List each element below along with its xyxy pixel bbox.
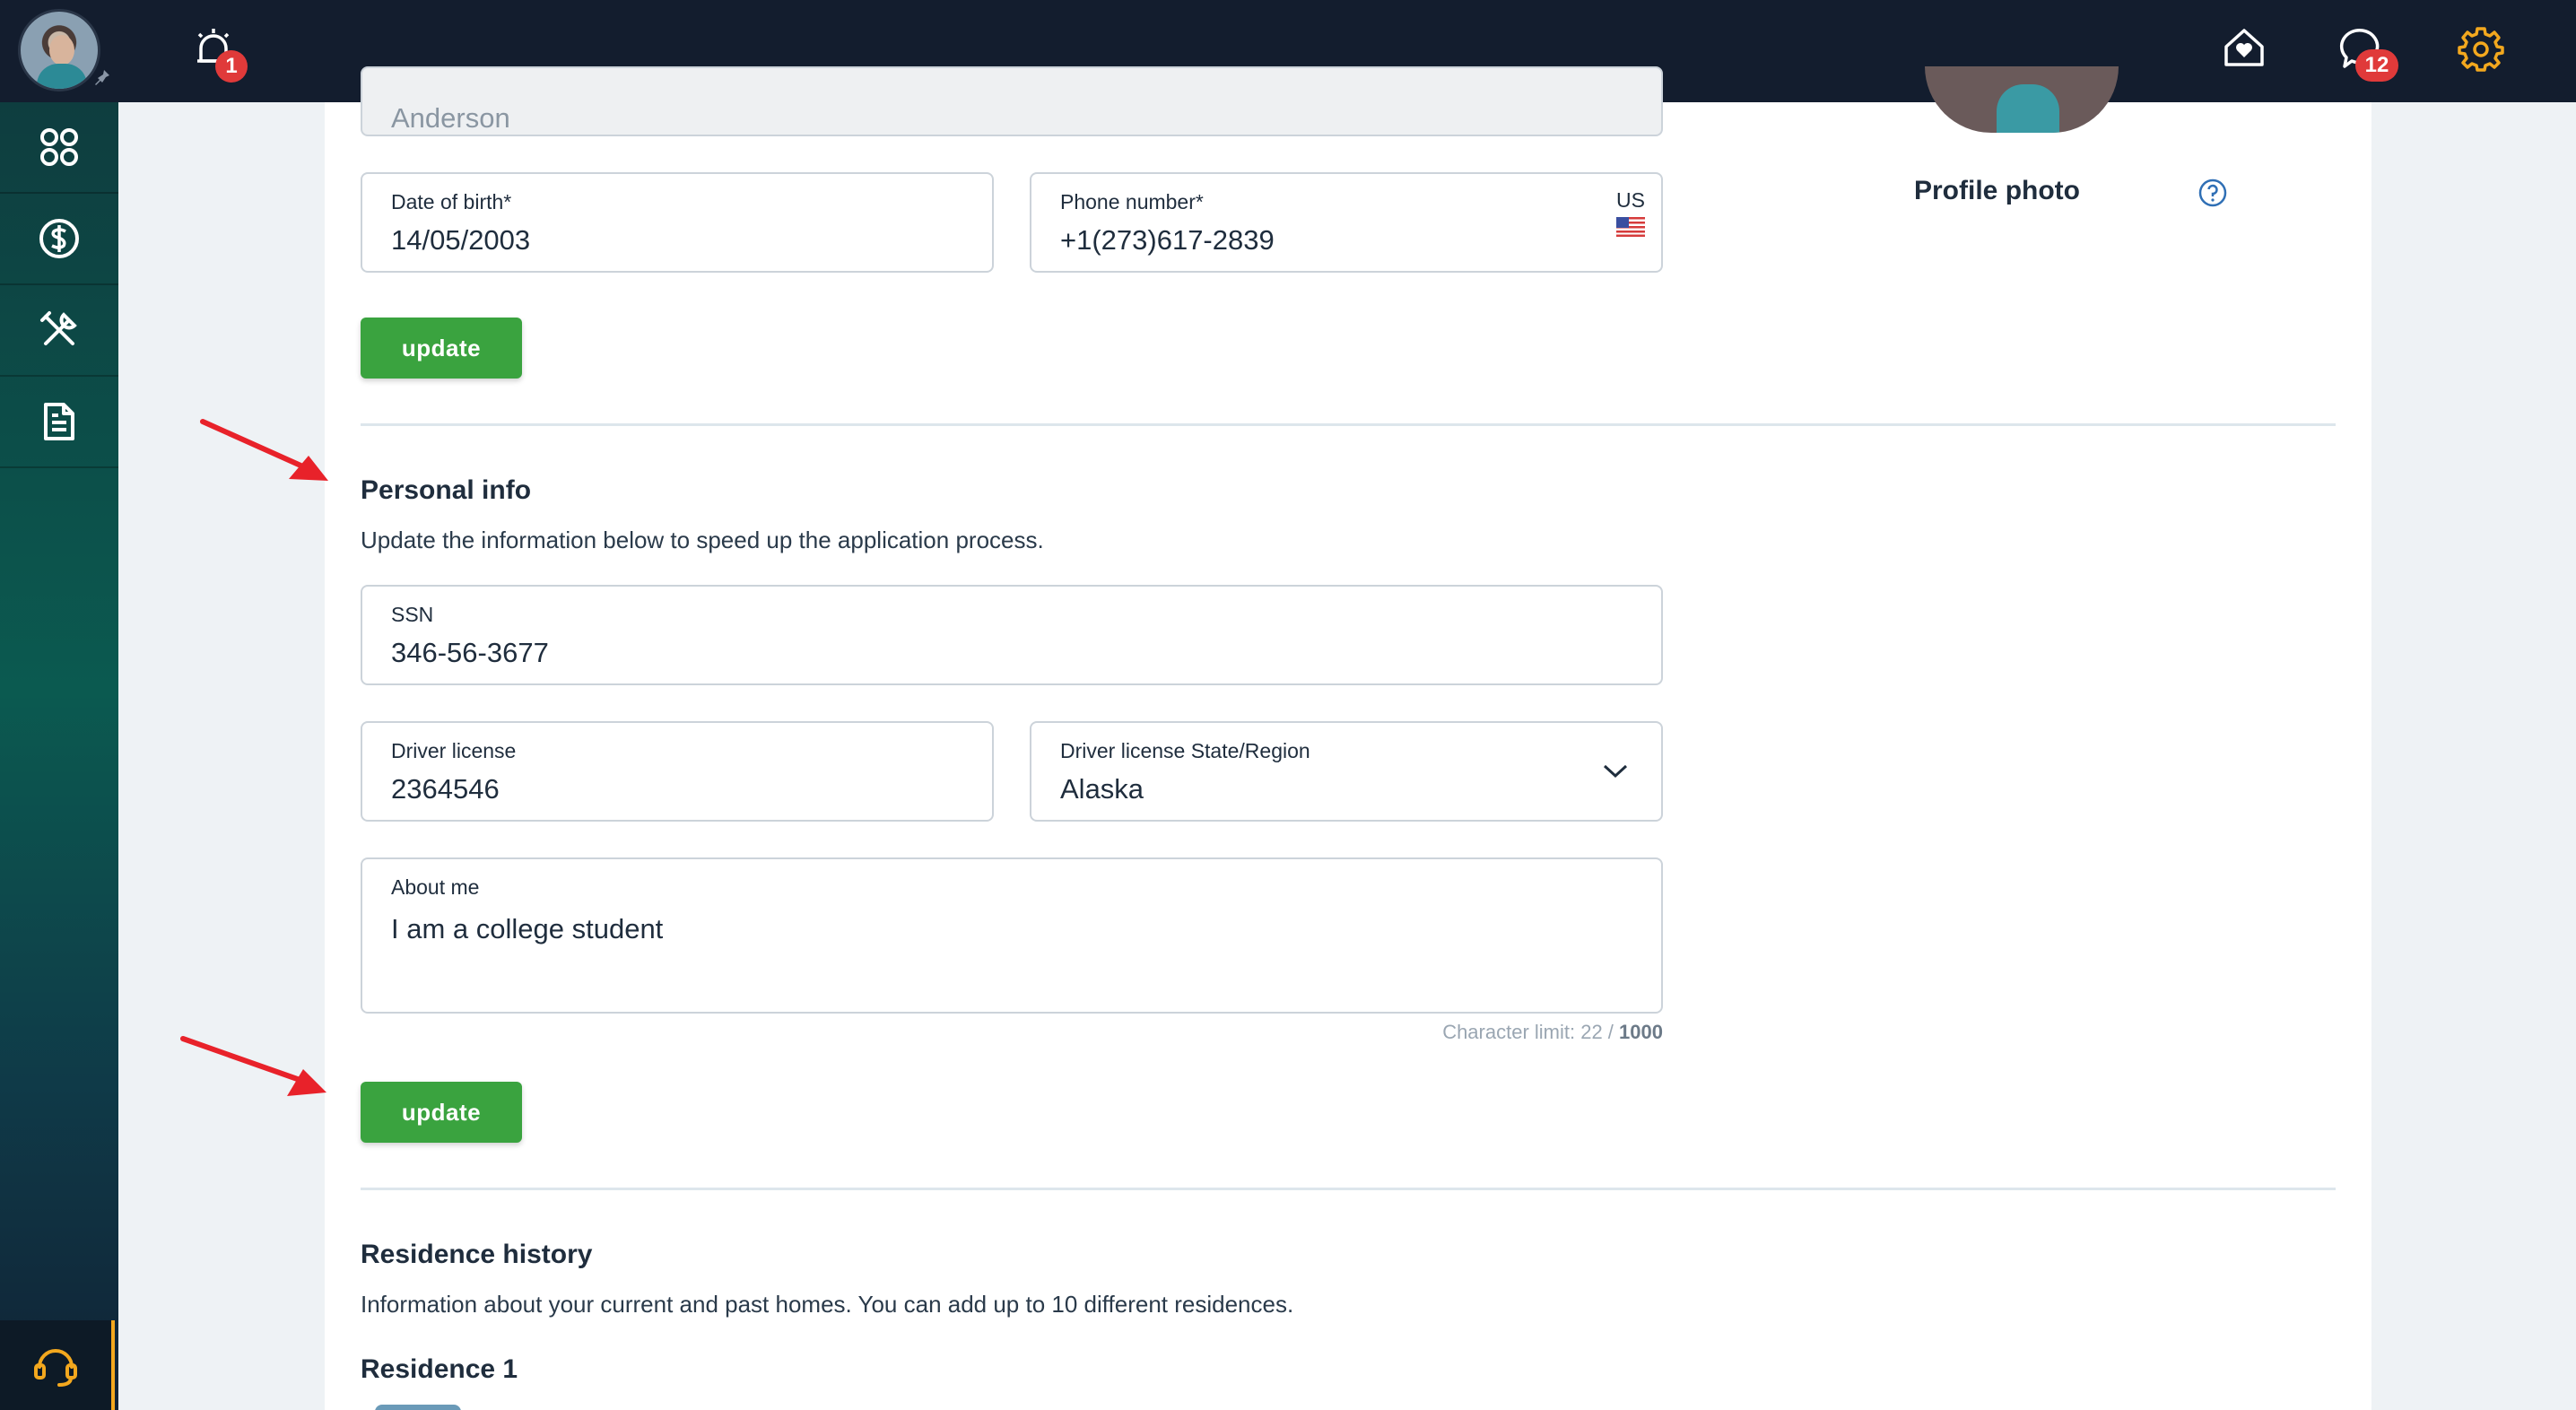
license-state-select[interactable]: Driver license State/Region Alaska — [1030, 721, 1663, 822]
profile-photo-label: Profile photo — [1914, 176, 2080, 205]
section-divider — [361, 1188, 2336, 1190]
sidebar-item-dashboard[interactable] — [0, 102, 118, 194]
residence-history-title: Residence history — [361, 1240, 593, 1269]
tools-icon — [40, 311, 77, 345]
support-button[interactable] — [0, 1320, 115, 1410]
sidebar-item-tools[interactable] — [0, 285, 118, 377]
sidebar — [0, 102, 118, 1410]
headset-icon — [34, 1349, 77, 1387]
chevron-down-icon — [1603, 764, 1628, 779]
phone-number-field[interactable]: Phone number* +1(273)617-2839 US — [1030, 172, 1663, 273]
document-icon — [44, 403, 74, 440]
residence-1-title: Residence 1 — [361, 1354, 518, 1384]
about-me-textarea[interactable]: About me I am a college student — [361, 857, 1663, 1014]
residence-history-description: Information about your current and past … — [361, 1291, 1294, 1318]
messages-badge: 12 — [2355, 49, 2398, 82]
profile-card: Anderson Profile photo Date of birth* 14… — [325, 66, 2371, 1410]
sidebar-item-documents[interactable] — [0, 377, 118, 468]
help-icon[interactable] — [2197, 178, 2228, 208]
last-name-field[interactable]: Anderson — [361, 66, 1663, 136]
phone-country-code[interactable]: US — [1616, 188, 1645, 213]
personal-info-description: Update the information below to speed up… — [361, 527, 1044, 553]
notification-badge: 1 — [215, 50, 248, 83]
annotation-arrow-icon — [200, 419, 328, 481]
residence-toggle[interactable] — [375, 1405, 461, 1410]
gear-icon[interactable] — [2456, 23, 2506, 74]
sidebar-item-finance[interactable] — [0, 194, 118, 285]
dashboard-icon — [40, 128, 78, 166]
profile-photo[interactable] — [1925, 66, 2119, 133]
update-contact-button[interactable]: update — [361, 318, 522, 379]
driver-license-field[interactable]: Driver license 2364546 — [361, 721, 994, 822]
us-flag-icon — [1616, 217, 1645, 237]
ssn-field[interactable]: SSN 346-56-3677 — [361, 585, 1663, 685]
update-personal-info-button[interactable]: update — [361, 1082, 522, 1143]
user-avatar[interactable] — [18, 9, 100, 91]
annotation-arrow-icon — [180, 1036, 326, 1096]
personal-info-title: Personal info — [361, 475, 532, 505]
section-divider — [361, 423, 2336, 426]
character-limit: Character limit: 22 / 1000 — [1442, 1021, 1663, 1043]
date-of-birth-field[interactable]: Date of birth* 14/05/2003 — [361, 172, 994, 273]
home-heart-icon[interactable] — [2219, 23, 2269, 74]
dollar-icon — [39, 219, 79, 258]
pin-icon — [95, 70, 109, 85]
